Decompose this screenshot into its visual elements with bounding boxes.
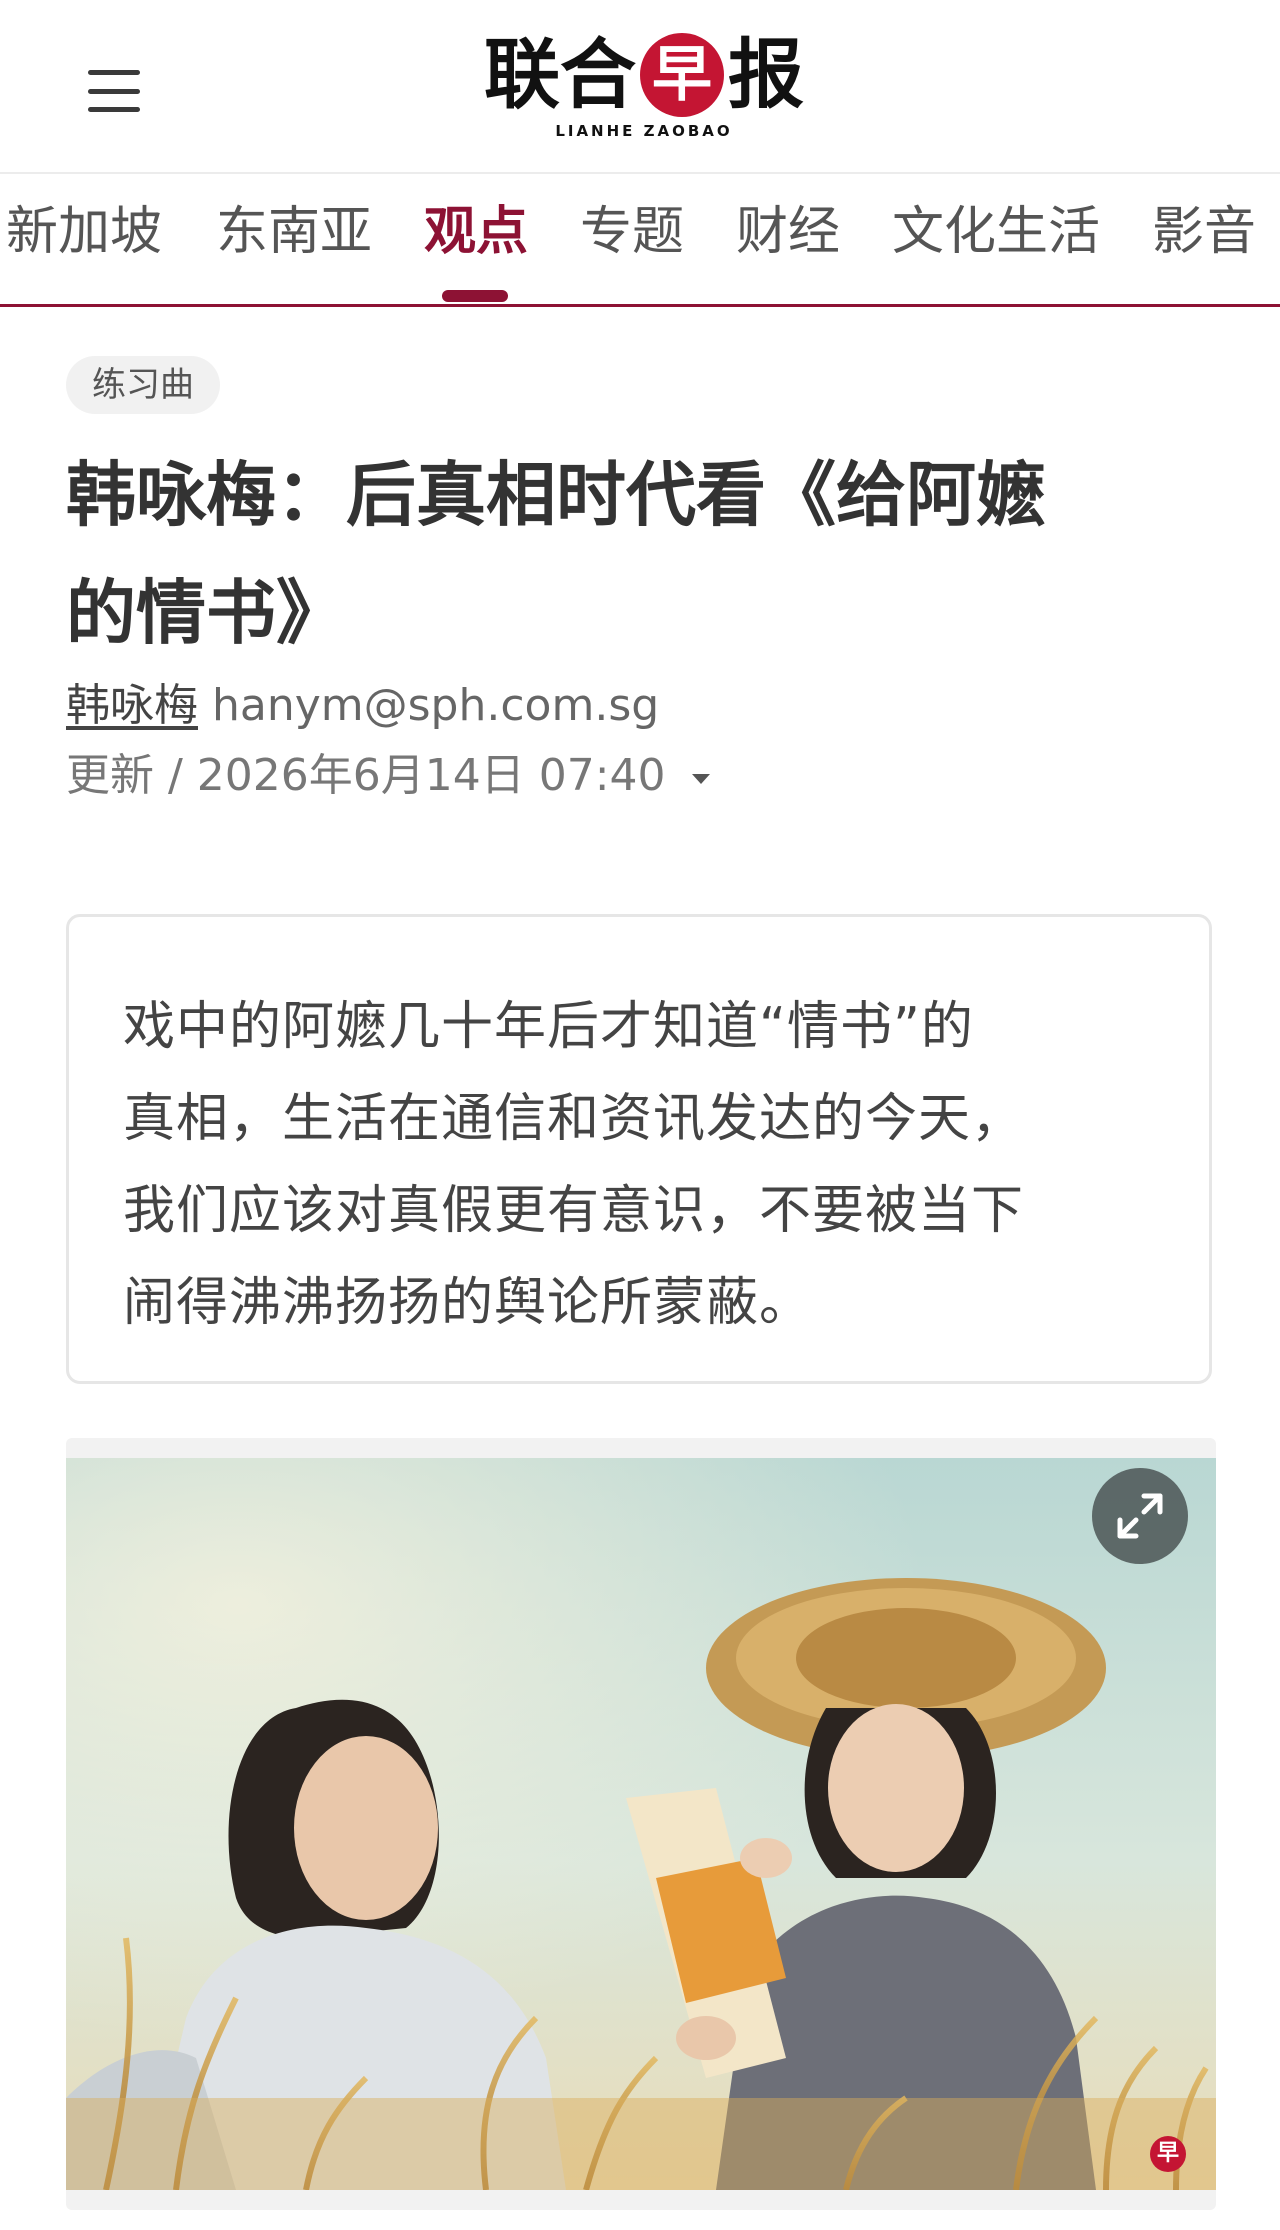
expand-arrows-icon <box>1117 1493 1163 1539</box>
author-link[interactable]: 韩咏梅 <box>66 680 198 731</box>
nav-tab-finance[interactable]: 财经 <box>736 202 840 262</box>
summary-line: 我们应该对真假更有意识，不要被当下 <box>123 1181 1025 1241</box>
byline: 韩咏梅 hanym@sph.com.sg <box>66 678 659 734</box>
author-email: hanym@sph.com.sg <box>212 680 660 731</box>
nav-tab-culture-life[interactable]: 文化生活 <box>892 202 1100 262</box>
article-title-line-1: 韩咏梅：后真相时代看《给阿嬷 <box>66 454 1046 536</box>
logo-english: LIANHE ZAOBAO <box>555 122 733 140</box>
dateline[interactable]: 更新 / 2026年6月14日 07:40 <box>66 748 710 804</box>
category-tag[interactable]: 练习曲 <box>66 356 220 414</box>
logo-text-before: 联合 <box>484 30 636 119</box>
date-prefix: 更新 / <box>66 750 197 801</box>
nav-tab-video-audio[interactable]: 影音 <box>1152 202 1256 262</box>
article-title: 韩咏梅：后真相时代看《给阿嬷 的情书》 <box>66 436 1216 672</box>
article-summary: 戏中的阿嬷几十年后才知道“情书”的 真相，生活在通信和资讯发达的今天， 我们应该… <box>66 914 1212 1384</box>
summary-line: 闹得沸沸扬扬的舆论所蒙蔽。 <box>123 1273 813 1333</box>
logo-chinese: 联合 早 报 <box>464 30 824 120</box>
logo-text-after: 报 <box>728 30 804 119</box>
article-title-line-2: 的情书》 <box>66 572 346 654</box>
watermark-logo: 早 <box>1156 2141 1179 2166</box>
summary-line: 戏中的阿嬷几十年后才知道“情书”的 <box>123 997 974 1057</box>
logo-circle-character: 早 <box>640 33 724 117</box>
nav-tab-singapore[interactable]: 新加坡 <box>6 202 162 262</box>
section-nav: 新加坡 东南亚 观点 专题 财经 文化生活 影音 <box>0 172 1280 307</box>
hamburger-menu-icon[interactable] <box>88 70 140 112</box>
site-header: 联合 早 报 LIANHE ZAOBAO <box>0 0 1280 174</box>
article-photo[interactable] <box>66 1458 1216 2190</box>
site-logo[interactable]: 联合 早 报 LIANHE ZAOBAO <box>464 30 824 150</box>
summary-line: 真相，生活在通信和资讯发达的今天， <box>123 1089 1025 1149</box>
active-tab-indicator <box>442 290 508 302</box>
nav-tab-opinion[interactable]: 观点 <box>424 202 528 262</box>
article-image-container: 早 <box>66 1438 1216 2210</box>
chevron-down-icon[interactable] <box>691 774 710 784</box>
nav-tab-special-topics[interactable]: 专题 <box>580 202 684 262</box>
expand-image-button[interactable] <box>1092 1468 1188 1564</box>
publish-date: 2026年6月14日 07:40 <box>196 750 666 801</box>
nav-tab-southeast-asia[interactable]: 东南亚 <box>216 202 372 262</box>
